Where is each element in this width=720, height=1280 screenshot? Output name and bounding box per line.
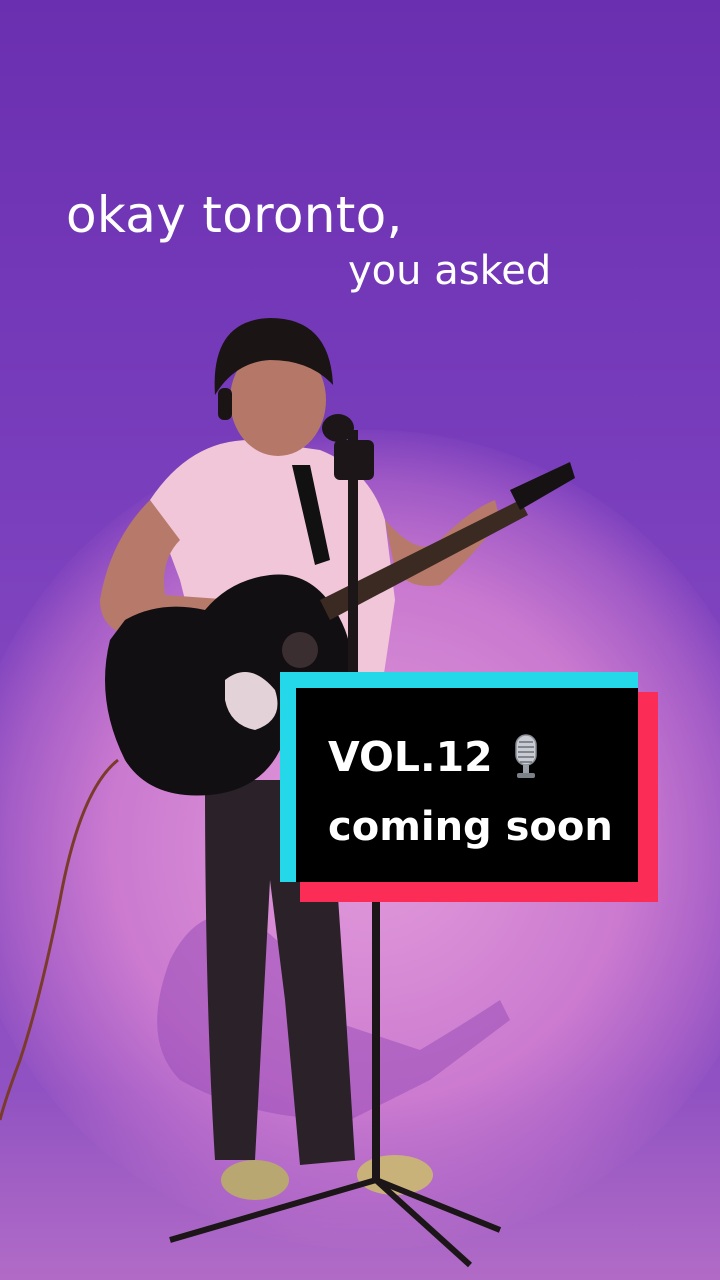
- badge-title-row: VOL.12: [328, 732, 638, 782]
- studio-microphone-icon: [514, 734, 537, 778]
- badge-title: VOL.12: [328, 733, 493, 781]
- badge-panel: VOL.12 coming soon: [296, 688, 638, 882]
- video-caption-subline: you asked: [348, 248, 552, 294]
- badge-subtitle: coming soon: [328, 804, 613, 850]
- announcement-badge: VOL.12 coming soon: [280, 672, 660, 902]
- video-frame[interactable]: okay toronto, you asked VOL.12 coming so…: [0, 0, 720, 1280]
- video-caption-headline: okay toronto,: [66, 186, 403, 244]
